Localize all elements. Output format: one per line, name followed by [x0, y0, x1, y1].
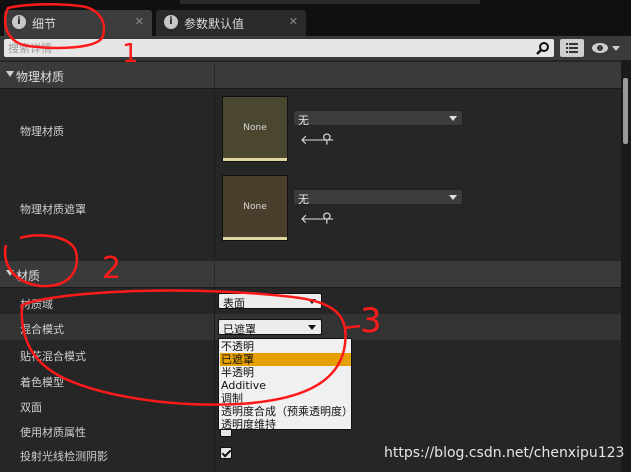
info-icon: i: [12, 15, 26, 29]
row-label: 物理材质遮罩: [20, 203, 86, 216]
column-divider: [214, 314, 215, 340]
row-label: 物理材质: [20, 125, 64, 138]
category-material[interactable]: 材质: [0, 261, 621, 288]
row-label: 混合模式: [20, 323, 64, 336]
chevron-down-icon: [308, 325, 316, 330]
tab-param-defaults-label: 参数默认值: [184, 17, 245, 31]
row-label: 双面: [20, 401, 42, 414]
row-label: 使用材质属性: [20, 426, 86, 439]
chevron-down-icon: [449, 116, 457, 121]
blend-mode-dropdown-list: 不透明 已遮罩 半透明 Additive 调制 透明度合成（预乘透明度） 透明度…: [218, 338, 353, 431]
material-domain-select[interactable]: 表面: [218, 293, 322, 310]
category-title: 材质: [16, 269, 41, 283]
asset-picker-combo[interactable]: 无: [293, 189, 463, 206]
column-divider: [214, 418, 215, 444]
column-divider: [214, 261, 215, 287]
info-icon: i: [164, 15, 178, 29]
dropdown-option[interactable]: 不透明: [220, 340, 351, 353]
dropdown-option[interactable]: 半透明: [220, 366, 351, 379]
search-icon[interactable]: [536, 41, 550, 55]
tab-bar: i 细节 ✕ i 参数默认值 ✕: [0, 0, 631, 36]
combo-value: 无: [298, 193, 309, 206]
scrollbar-thumb[interactable]: [623, 78, 628, 144]
combo-value: 无: [298, 114, 309, 127]
close-icon[interactable]: ✕: [289, 15, 298, 28]
row-label: 贴花混合模式: [20, 350, 86, 363]
row-label: 着色模型: [20, 376, 64, 389]
search-row: [0, 36, 631, 60]
blend-mode-select[interactable]: 已遮罩: [218, 319, 322, 336]
column-divider: [214, 366, 215, 392]
column-divider: [214, 288, 215, 314]
scrollbar[interactable]: [621, 60, 631, 472]
category-title: 物理材质: [16, 70, 65, 84]
dropdown-option[interactable]: 调制: [220, 392, 351, 405]
column-divider: [214, 444, 215, 472]
tab-param-defaults[interactable]: i 参数默认值 ✕: [156, 10, 306, 36]
dropdown-option[interactable]: 透明度合成（预乘透明度）: [220, 405, 353, 418]
thumbnail-bar: [223, 237, 287, 240]
tab-details-label: 细节: [32, 17, 57, 31]
row-label: 材质域: [20, 298, 53, 311]
select-value: 表面: [223, 297, 245, 310]
category-physical-material[interactable]: 物理材质: [0, 62, 621, 89]
tab-details[interactable]: i 细节 ✕: [4, 10, 152, 36]
dropdown-option[interactable]: 透明度维持: [220, 418, 351, 431]
browse-search-icon[interactable]: ⚲: [322, 132, 332, 147]
view-options-button[interactable]: [590, 39, 624, 57]
dropdown-option[interactable]: Additive: [220, 379, 351, 392]
browse-search-icon[interactable]: ⚲: [322, 211, 332, 226]
column-divider: [214, 167, 215, 257]
list-view-button[interactable]: [560, 39, 584, 57]
chevron-down-icon: [308, 299, 316, 304]
search-input[interactable]: [4, 39, 532, 57]
close-icon[interactable]: ✕: [135, 15, 144, 28]
column-divider: [214, 62, 215, 88]
list-icon: [566, 43, 578, 53]
asset-thumbnail[interactable]: None: [222, 96, 288, 162]
top-band: [180, 0, 480, 4]
asset-actions: 🡐 ⚲: [298, 132, 358, 148]
select-value: 已遮罩: [223, 323, 256, 336]
row-physical-material: 物理材质: [0, 89, 621, 167]
column-divider: [214, 340, 215, 366]
watermark-text: https://blog.csdn.net/chenxipu123: [384, 445, 625, 461]
dropdown-option-selected[interactable]: 已遮罩: [220, 353, 351, 366]
row-label: 投射光线检测阴影: [20, 450, 108, 463]
thumbnail-text: None: [243, 123, 267, 133]
cast-ray-traced-shadows-checkbox[interactable]: [220, 447, 232, 459]
eye-icon: [592, 43, 620, 53]
thumbnail-text: None: [243, 202, 267, 212]
collapse-arrow-icon: [6, 71, 14, 77]
search-box: [4, 39, 554, 57]
asset-picker-combo[interactable]: 无: [293, 110, 463, 127]
column-divider: [214, 89, 215, 167]
thumbnail-bar: [223, 158, 287, 161]
collapse-arrow-icon: [6, 270, 14, 276]
asset-actions: 🡐 ⚲: [298, 211, 358, 227]
asset-thumbnail[interactable]: None: [222, 175, 288, 241]
chevron-down-icon: [449, 195, 457, 200]
column-divider: [214, 392, 215, 418]
